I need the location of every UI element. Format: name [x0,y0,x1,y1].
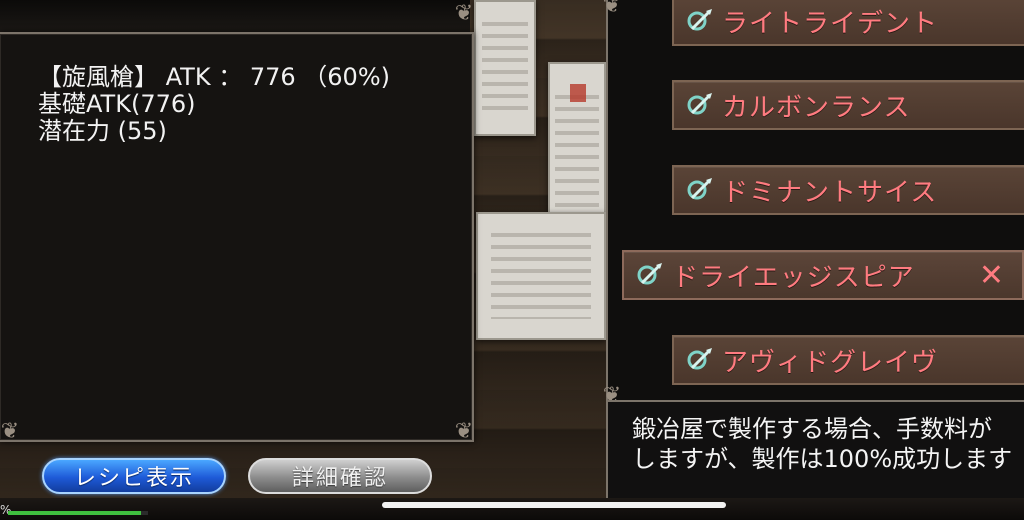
home-indicator[interactable] [382,502,726,508]
ornament-icon: ❦ [602,0,622,18]
progress-fill [8,511,141,515]
progress-bar [8,511,148,515]
detail-button[interactable]: 詳細確認 [248,458,432,494]
weapon-name: アヴィドグレイヴ [722,347,939,378]
wall-poster [476,212,606,340]
ornament-icon: ❦ [0,419,20,444]
ornament-icon: ❦ [454,1,474,26]
weapon-list-item[interactable]: ドミナントサイス [672,165,1024,215]
spear-icon [686,7,714,35]
weapon-name: ライトライデント [722,8,939,39]
weapon-atk-line: 【旋風槍】 ATK ： 776 （60%) [38,63,390,91]
weapon-name: ドライエッジスピア [672,262,915,293]
spear-icon [686,91,714,119]
weapon-list-item[interactable]: ライトライデント [672,0,1024,46]
weapon-name: ドミナントサイス [722,177,938,208]
description-line: しますが、製作は100%成功します [632,445,1013,473]
description-box: 鍛冶屋で製作する場合、手数料が しますが、製作は100%成功します [606,400,1024,500]
spear-icon [686,346,714,374]
description-text: 鍛冶屋で製作する場合、手数料が しますが、製作は100%成功します [632,414,1024,474]
recipe-button[interactable]: レシピ表示 [42,458,226,494]
potential-line: 潜在力 (55) [38,117,167,145]
description-line: 鍛冶屋で製作する場合、手数料が [632,415,992,443]
weapon-name: カルボンランス [722,92,911,123]
weapon-stats: 【旋風槍】 ATK ： 776 （60%) 基礎ATK(776) 潜在力 (55… [38,64,390,145]
spear-icon [686,176,714,204]
close-icon[interactable]: ✕ [979,258,1004,294]
top-bar [0,0,470,34]
weapon-info-panel: 【旋風槍】 ATK ： 776 （60%) 基礎ATK(776) 潜在力 (55… [0,1,474,444]
ornament-icon: ❦ [454,419,474,444]
spear-icon [636,261,664,289]
base-atk-line: 基礎ATK(776) [38,90,196,118]
weapon-list-item[interactable]: アヴィドグレイヴ [672,335,1024,385]
weapon-list-item[interactable]: カルボンランス [672,80,1024,130]
weapon-list-item-selected[interactable]: ドライエッジスピア ✕ [622,250,1024,300]
wall-poster [474,0,536,136]
